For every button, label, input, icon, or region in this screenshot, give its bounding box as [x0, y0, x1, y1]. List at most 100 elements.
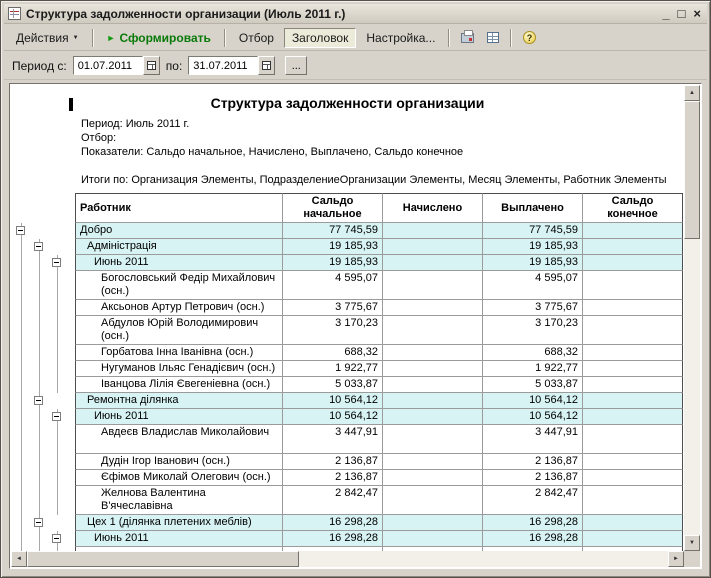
collapse-group-button[interactable] [34, 396, 43, 405]
period-from-calendar-button[interactable] [142, 56, 160, 75]
table-row[interactable]: Нугуманов Ільяс Генадієвич (осн.) 1 922,… [11, 361, 683, 377]
cell-saldo-start[interactable]: 3 170,23 [283, 316, 383, 345]
table-row[interactable]: Єфімов Миколай Олегович (осн.) 2 136,87 … [11, 470, 683, 486]
cell-accrued[interactable] [383, 345, 483, 361]
cell-paid[interactable]: 2 136,87 [483, 454, 583, 470]
cell-saldo-end[interactable] [583, 486, 683, 515]
collapse-group-button[interactable] [52, 412, 61, 421]
collapse-group-button[interactable] [52, 258, 61, 267]
collapse-group-button[interactable] [52, 534, 61, 543]
scroll-down-button[interactable]: ▼ [684, 535, 700, 551]
filter-button[interactable]: Отбор [231, 28, 282, 48]
cell-accrued[interactable] [383, 393, 483, 409]
table-row[interactable]: Добро 77 745,59 77 745,59 [11, 223, 683, 239]
cell-saldo-end[interactable] [583, 361, 683, 377]
cell-accrued[interactable] [383, 425, 483, 454]
cell-worker[interactable]: Адміністрація [75, 239, 283, 255]
cell-paid[interactable]: 16 298,28 [483, 515, 583, 531]
cell-saldo-start[interactable]: 2 136,87 [283, 470, 383, 486]
table-row[interactable]: Аксьонов Артур Петрович (осн.) 3 775,67 … [11, 300, 683, 316]
horizontal-scrollbar[interactable]: ◄ ► [11, 551, 684, 567]
cell-accrued[interactable] [383, 361, 483, 377]
help-button[interactable]: ? [517, 28, 541, 48]
table-row[interactable]: Іванцова Лілія Євегеніевна (осн.) 5 033,… [11, 377, 683, 393]
cell-paid[interactable]: 3 170,23 [483, 316, 583, 345]
cell-accrued[interactable] [383, 223, 483, 239]
cell-worker[interactable]: Цех 1 (ділянка плетених меблів) [75, 515, 283, 531]
scroll-up-button[interactable]: ▲ [684, 85, 700, 101]
cell-saldo-start[interactable]: 1 922,77 [283, 361, 383, 377]
table-row[interactable]: Абдулов Юрій Володимирович (осн.) 3 170,… [11, 316, 683, 345]
cell-saldo-start[interactable]: 3 447,91 [283, 425, 383, 454]
cell-saldo-end[interactable] [583, 239, 683, 255]
cell-accrued[interactable] [383, 470, 483, 486]
report-document[interactable]: Структура задолженности организации Пери… [11, 85, 684, 551]
table-row[interactable]: Желнова Валентина В'ячеславівна 2 842,47… [11, 486, 683, 515]
cell-saldo-start[interactable]: 10 564,12 [283, 409, 383, 425]
scroll-right-button[interactable]: ► [668, 551, 684, 567]
cell-saldo-end[interactable] [583, 454, 683, 470]
cell-paid[interactable]: 19 185,93 [483, 255, 583, 271]
col-saldo-start[interactable]: Сальдо начальное [283, 193, 383, 223]
table-row[interactable]: Цех 1 (ділянка плетених меблів) 16 298,2… [11, 515, 683, 531]
cell-accrued[interactable] [383, 377, 483, 393]
table-row[interactable]: Июнь 2011 16 298,28 16 298,28 [11, 531, 683, 547]
collapse-group-button[interactable] [16, 226, 25, 235]
table-row[interactable]: Авдеєв Владислав Миколайович 3 447,91 3 … [11, 425, 683, 454]
cell-paid[interactable]: 2 136,87 [483, 470, 583, 486]
table-row[interactable]: Горбатова Інна Іванівна (осн.) 688,32 68… [11, 345, 683, 361]
cell-saldo-start[interactable]: 3 775,67 [283, 300, 383, 316]
cell-saldo-start[interactable]: 77 745,59 [283, 223, 383, 239]
cell-worker[interactable]: Богословський Федір Михайлович (осн.) [75, 271, 283, 300]
period-from-input[interactable] [72, 56, 143, 75]
col-worker[interactable]: Работник [75, 193, 283, 223]
header-toggle-button[interactable]: Заголовок [283, 27, 357, 48]
cell-worker[interactable]: Июнь 2011 [75, 409, 283, 425]
cell-worker[interactable]: Дудін Ігор Іванович (осн.) [75, 454, 283, 470]
cell-saldo-end[interactable] [583, 300, 683, 316]
cell-saldo-start[interactable]: 688,32 [283, 345, 383, 361]
col-accrued[interactable]: Начислено [383, 193, 483, 223]
cell-paid[interactable]: 3 775,67 [483, 300, 583, 316]
cell-accrued[interactable] [383, 454, 483, 470]
cell-accrued[interactable] [383, 300, 483, 316]
cell-accrued[interactable] [383, 239, 483, 255]
cell-saldo-start[interactable]: 2 136,87 [283, 454, 383, 470]
scroll-left-button[interactable]: ◄ [11, 551, 27, 567]
cell-saldo-end[interactable] [583, 515, 683, 531]
cell-saldo-start[interactable]: 4 595,07 [283, 271, 383, 300]
cell-worker[interactable]: Желнова Валентина В'ячеславівна [75, 486, 283, 515]
period-to-input[interactable] [188, 56, 259, 75]
cell-saldo-end[interactable] [583, 316, 683, 345]
cell-paid[interactable]: 19 185,93 [483, 239, 583, 255]
table-row[interactable]: Ремонтна ділянка 10 564,12 10 564,12 [11, 393, 683, 409]
maximize-button[interactable]: □ [678, 6, 686, 21]
table-row[interactable]: Богословський Федір Михайлович (осн.) 4 … [11, 271, 683, 300]
cell-accrued[interactable] [383, 409, 483, 425]
cell-worker[interactable]: Добро [75, 223, 283, 239]
cell-accrued[interactable] [383, 316, 483, 345]
cell-saldo-start[interactable]: 5 033,87 [283, 377, 383, 393]
collapse-group-button[interactable] [34, 242, 43, 251]
title-bar[interactable]: Структура задолженности организации (Июл… [4, 4, 707, 24]
cell-saldo-end[interactable] [583, 470, 683, 486]
cell-accrued[interactable] [383, 255, 483, 271]
period-options-button[interactable]: ... [285, 56, 308, 75]
cell-saldo-end[interactable] [583, 393, 683, 409]
cell-paid[interactable]: 2 842,47 [483, 486, 583, 515]
print-button[interactable] [455, 28, 479, 48]
cell-worker[interactable]: Іванцова Лілія Євегеніевна (осн.) [75, 377, 283, 393]
actions-button[interactable]: Действия ▼ [8, 28, 87, 48]
table-row[interactable]: Июнь 2011 19 185,93 19 185,93 [11, 255, 683, 271]
cell-worker[interactable]: Авдеєв Владислав Миколайович [75, 425, 283, 454]
cell-worker[interactable]: Нугуманов Ільяс Генадієвич (осн.) [75, 361, 283, 377]
cell-paid[interactable]: 688,32 [483, 345, 583, 361]
vertical-scrollbar[interactable]: ▲ ▼ [684, 85, 700, 551]
close-button[interactable]: × [693, 6, 701, 21]
collapse-group-button[interactable] [34, 518, 43, 527]
cell-paid[interactable]: 77 745,59 [483, 223, 583, 239]
cell-saldo-end[interactable] [583, 271, 683, 300]
cell-worker[interactable]: Июнь 2011 [75, 531, 283, 547]
cell-saldo-start[interactable]: 16 298,28 [283, 531, 383, 547]
cell-saldo-end[interactable] [583, 223, 683, 239]
